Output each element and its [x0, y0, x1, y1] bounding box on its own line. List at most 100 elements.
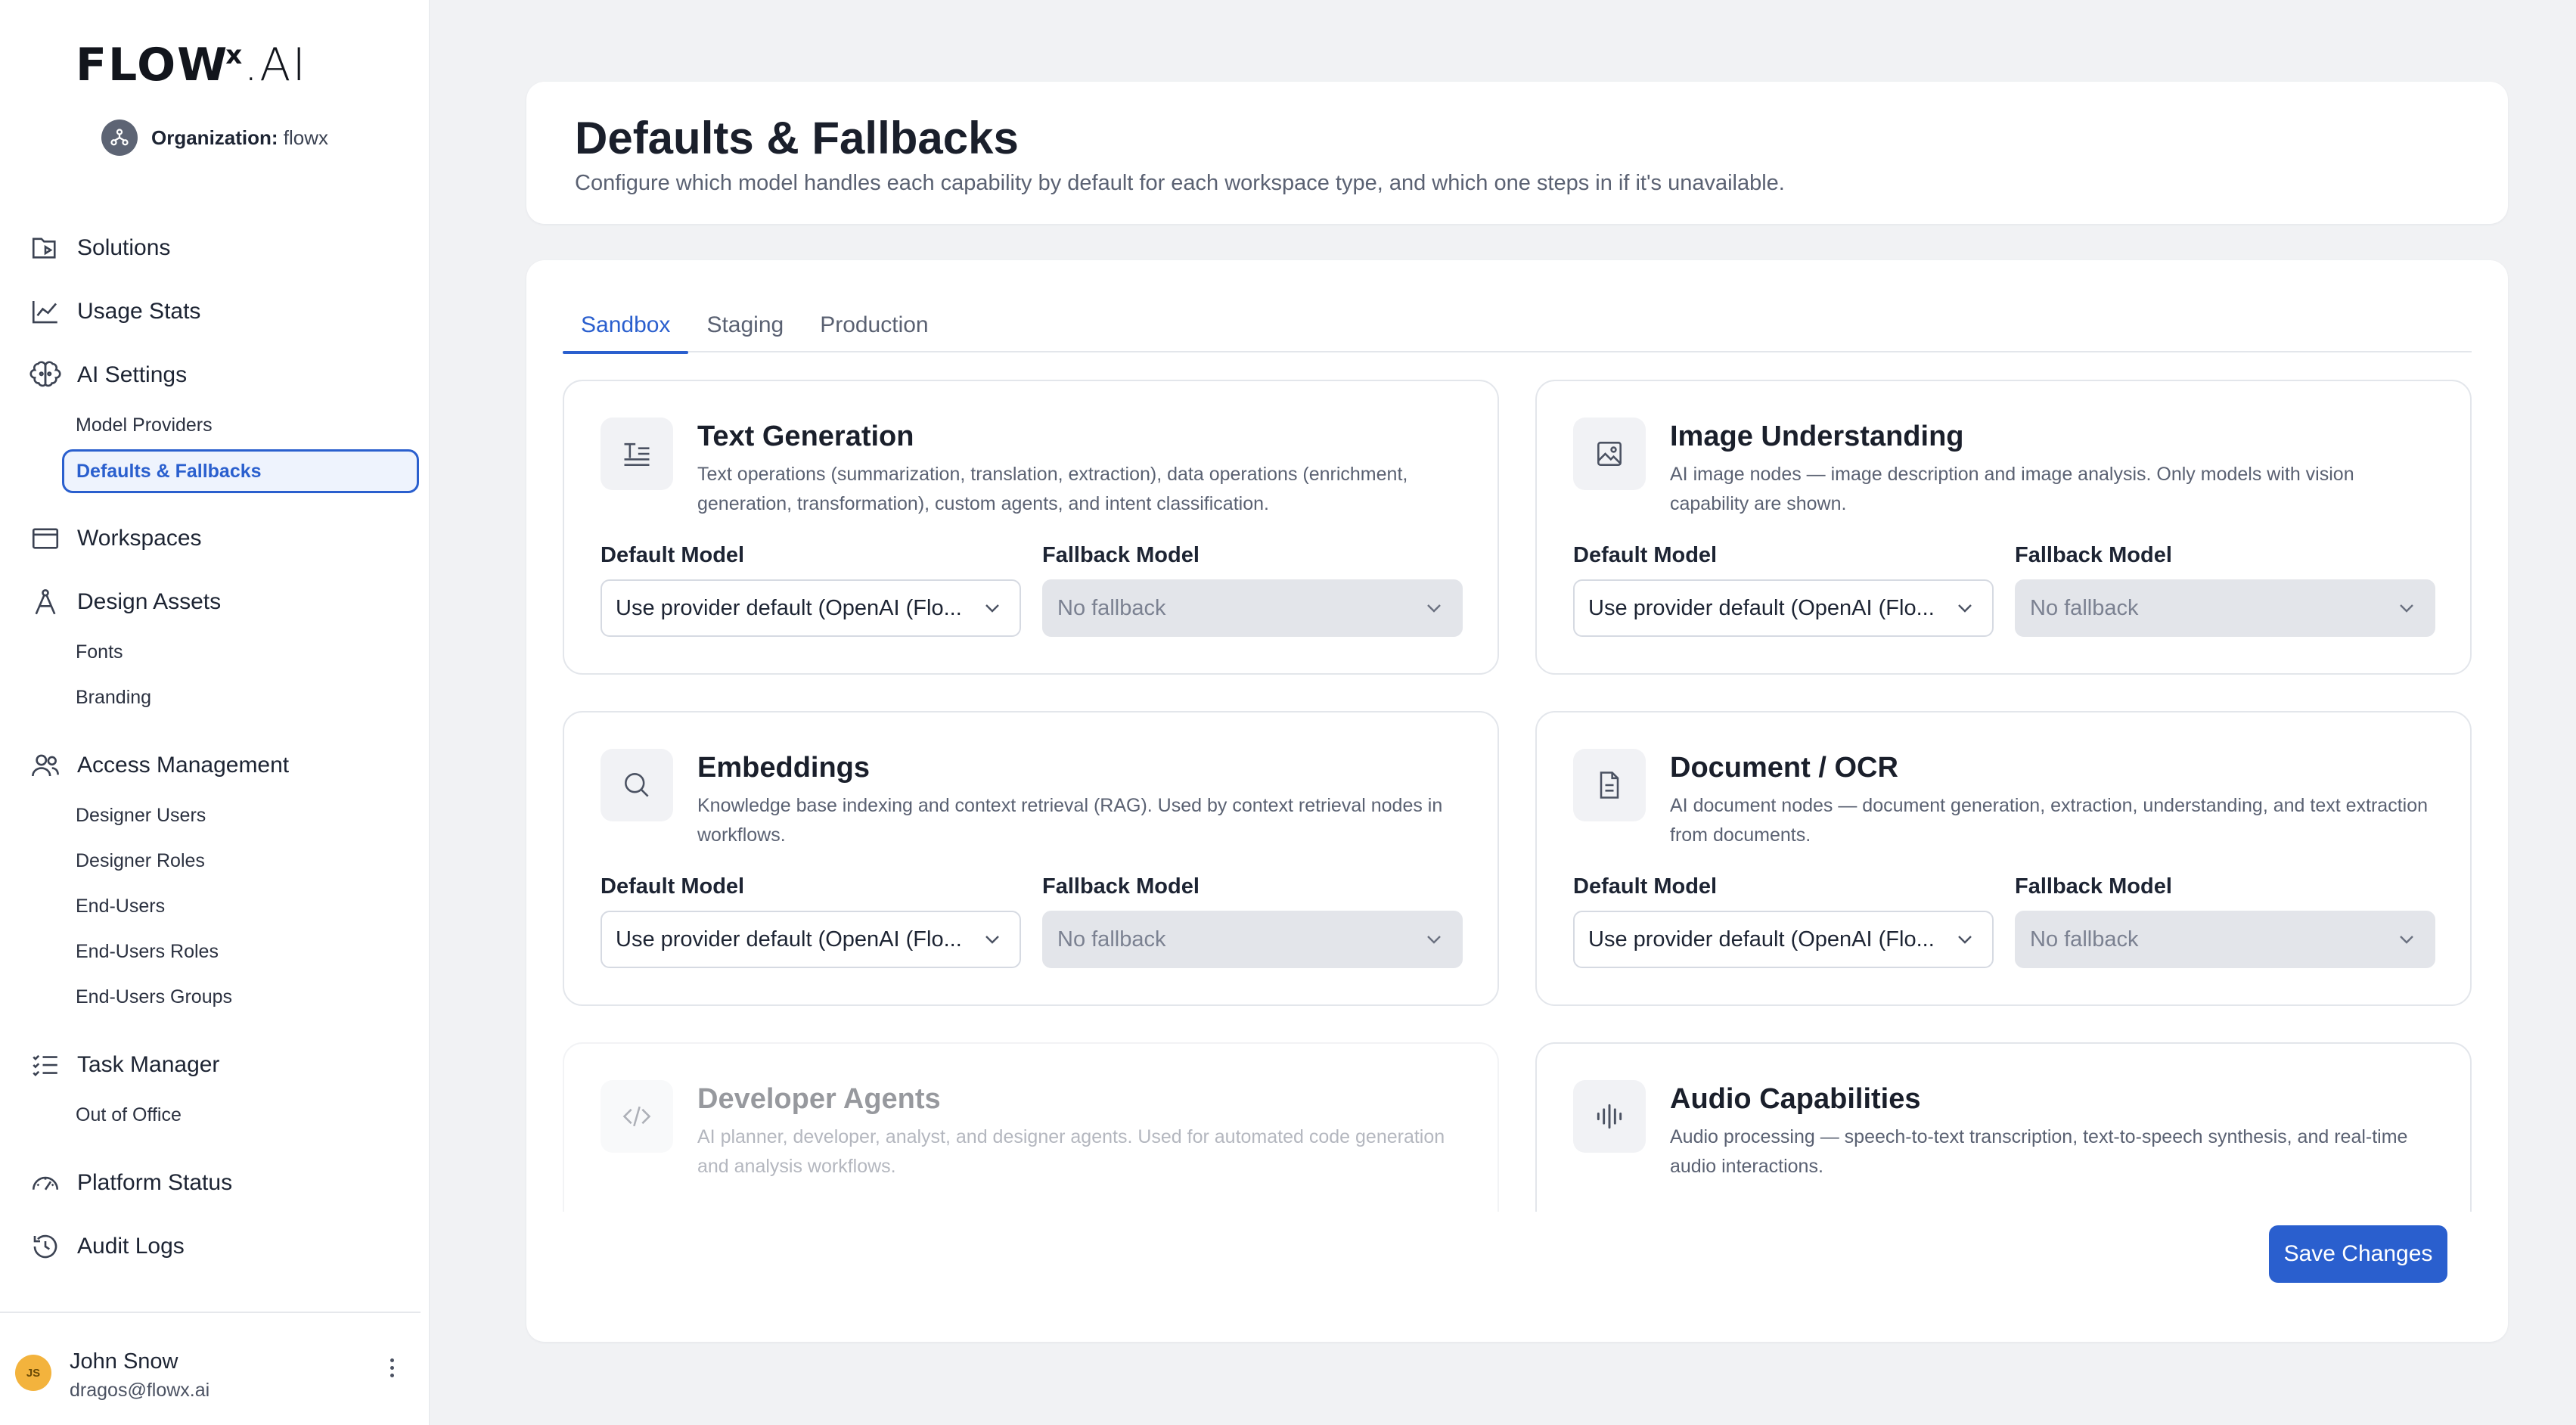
capability-card-text-generation: Text Generation Text operations (summari…: [563, 380, 1499, 675]
capability-title: Developer Agents: [697, 1083, 941, 1115]
sidebar-item-end-users-groups[interactable]: End-Users Groups: [76, 986, 232, 1008]
user-email: dragos@flowx.ai: [70, 1380, 210, 1401]
sidebar-item-model-providers[interactable]: Model Providers: [76, 414, 213, 436]
avatar[interactable]: JS: [15, 1355, 51, 1391]
code-icon: [601, 1080, 673, 1153]
capability-description: Knowledge base indexing and context retr…: [697, 795, 1443, 846]
nav-task-manager[interactable]: Task Manager: [29, 1048, 219, 1082]
nav-label: Audit Logs: [77, 1234, 185, 1259]
fallback-model-select[interactable]: No fallback: [1042, 579, 1463, 637]
document-icon: [1573, 749, 1646, 821]
nav-label: AI Settings: [77, 362, 188, 387]
sidebar-item-end-users[interactable]: End-Users: [76, 896, 165, 917]
capability-title: Document / OCR: [1670, 752, 1898, 784]
nav-platform-status[interactable]: Platform Status: [29, 1166, 232, 1200]
default-model-select[interactable]: Use provider default (OpenAI (Flo...: [1573, 911, 1994, 968]
nav-audit-logs[interactable]: Audit Logs: [29, 1230, 185, 1263]
fallback-model-select[interactable]: No fallback: [1042, 911, 1463, 968]
capability-title: Embeddings: [697, 752, 871, 784]
chevron-down-icon: [1427, 936, 1441, 944]
nav-ai-settings[interactable]: AI Settings: [29, 359, 187, 392]
sidebar: FLOWx.AI Organization: flowx Solutions U…: [0, 0, 430, 1425]
default-model-label: Default Model: [1573, 543, 1718, 567]
capability-description: Audio processing — speech-to-text transc…: [1670, 1126, 2408, 1177]
chevron-down-icon: [985, 604, 999, 613]
nav-label: Usage Stats: [77, 299, 201, 324]
sidebar-item-fonts[interactable]: Fonts: [76, 641, 123, 663]
history-icon: [29, 1230, 62, 1263]
chevron-down-icon: [1958, 604, 1972, 613]
capability-title: Audio Capabilities: [1670, 1083, 1921, 1115]
nav-usage-stats[interactable]: Usage Stats: [29, 295, 200, 328]
organization-selector[interactable]: Organization: flowx: [101, 120, 328, 156]
sidebar-item-designer-users[interactable]: Designer Users: [76, 805, 206, 827]
sidebar-divider: [0, 1312, 421, 1313]
tab-production[interactable]: Production: [802, 298, 946, 352]
search-icon: [601, 749, 673, 821]
default-model-select[interactable]: Use provider default (OpenAI (Flo...: [1573, 579, 1994, 637]
select-value: No fallback: [1057, 927, 1166, 952]
chevron-down-icon: [1958, 936, 1972, 944]
sidebar-item-designer-roles[interactable]: Designer Roles: [76, 850, 205, 872]
capability-description: AI image nodes — image description and i…: [1670, 464, 2354, 514]
logo-text: FLOW: [76, 39, 229, 92]
default-model-label: Default Model: [601, 543, 745, 567]
logo-suffix: .AI: [244, 39, 308, 92]
capability-description: AI document nodes — document generation,…: [1670, 795, 2429, 846]
sidebar-item-branding[interactable]: Branding: [76, 687, 151, 709]
capability-title: Image Understanding: [1670, 421, 1964, 452]
page-title: Defaults & Fallbacks: [575, 113, 1019, 163]
nav-label: Access Management: [77, 753, 290, 778]
select-value: Use provider default (OpenAI (Flo...: [616, 595, 962, 620]
select-value: No fallback: [2030, 927, 2139, 952]
capabilities-scroll-area[interactable]: Text Generation Text operations (summari…: [563, 380, 2472, 1212]
default-model-select[interactable]: Use provider default (OpenAI (Flo...: [601, 579, 1021, 637]
users-icon: [29, 749, 62, 782]
fallback-model-select[interactable]: No fallback: [2015, 911, 2435, 968]
brain-icon: [29, 359, 62, 392]
select-value: Use provider default (OpenAI (Flo...: [616, 927, 962, 952]
nav-design-assets[interactable]: Design Assets: [29, 585, 221, 619]
page-header: Defaults & Fallbacks Configure which mod…: [526, 82, 2508, 224]
flowx-logo[interactable]: FLOWx.AI: [76, 39, 308, 95]
save-changes-button[interactable]: Save Changes: [2269, 1225, 2447, 1283]
fallback-model-select[interactable]: No fallback: [2015, 579, 2435, 637]
capability-card-audio: Audio Capabilities Audio processing — sp…: [1535, 1042, 2472, 1212]
tab-sandbox[interactable]: Sandbox: [563, 298, 689, 354]
sidebar-item-defaults-fallbacks[interactable]: Defaults & Fallbacks: [62, 449, 419, 493]
tab-staging[interactable]: Staging: [688, 298, 802, 352]
nav-solutions[interactable]: Solutions: [29, 231, 170, 265]
more-vertical-icon[interactable]: [383, 1351, 401, 1384]
checklist-icon: [29, 1048, 62, 1082]
user-name: John Snow: [70, 1349, 178, 1374]
fallback-model-label: Fallback Model: [1042, 874, 1200, 899]
nav-workspaces[interactable]: Workspaces: [29, 522, 202, 555]
nav-label: Task Manager: [77, 1052, 220, 1077]
select-value: Use provider default (OpenAI (Flo...: [1588, 927, 1935, 952]
capability-description: Text operations (summarization, translat…: [697, 464, 1408, 514]
nav-label: Design Assets: [77, 589, 222, 614]
fallback-model-label: Fallback Model: [2015, 874, 2172, 899]
fallback-model-label: Fallback Model: [1042, 543, 1200, 567]
capability-card-document-ocr: Document / OCR AI document nodes — docum…: [1535, 711, 2472, 1006]
select-value: No fallback: [2030, 595, 2139, 620]
solutions-icon: [29, 231, 62, 265]
capability-description: AI planner, developer, analyst, and desi…: [697, 1126, 1445, 1177]
settings-panel: Sandbox Staging Production Text Generati…: [526, 260, 2508, 1342]
image-icon: [1573, 418, 1646, 490]
window-icon: [29, 522, 62, 555]
nav-label: Workspaces: [77, 526, 202, 551]
nav-access-management[interactable]: Access Management: [29, 749, 289, 782]
nav-label: Solutions: [77, 235, 171, 260]
capability-title: Text Generation: [697, 421, 914, 452]
compass-icon: [29, 585, 62, 619]
logo-sup: x: [225, 40, 244, 70]
default-model-select[interactable]: Use provider default (OpenAI (Flo...: [601, 911, 1021, 968]
sidebar-item-out-of-office[interactable]: Out of Office: [76, 1104, 182, 1126]
capability-card-image-understanding: Image Understanding AI image nodes — ima…: [1535, 380, 2472, 675]
text-lines-icon: [601, 418, 673, 490]
select-value: Use provider default (OpenAI (Flo...: [1588, 595, 1935, 620]
workspace-tabs: Sandbox Staging Production: [563, 298, 2472, 354]
sidebar-item-end-users-roles[interactable]: End-Users Roles: [76, 941, 219, 963]
select-value: No fallback: [1057, 595, 1166, 620]
